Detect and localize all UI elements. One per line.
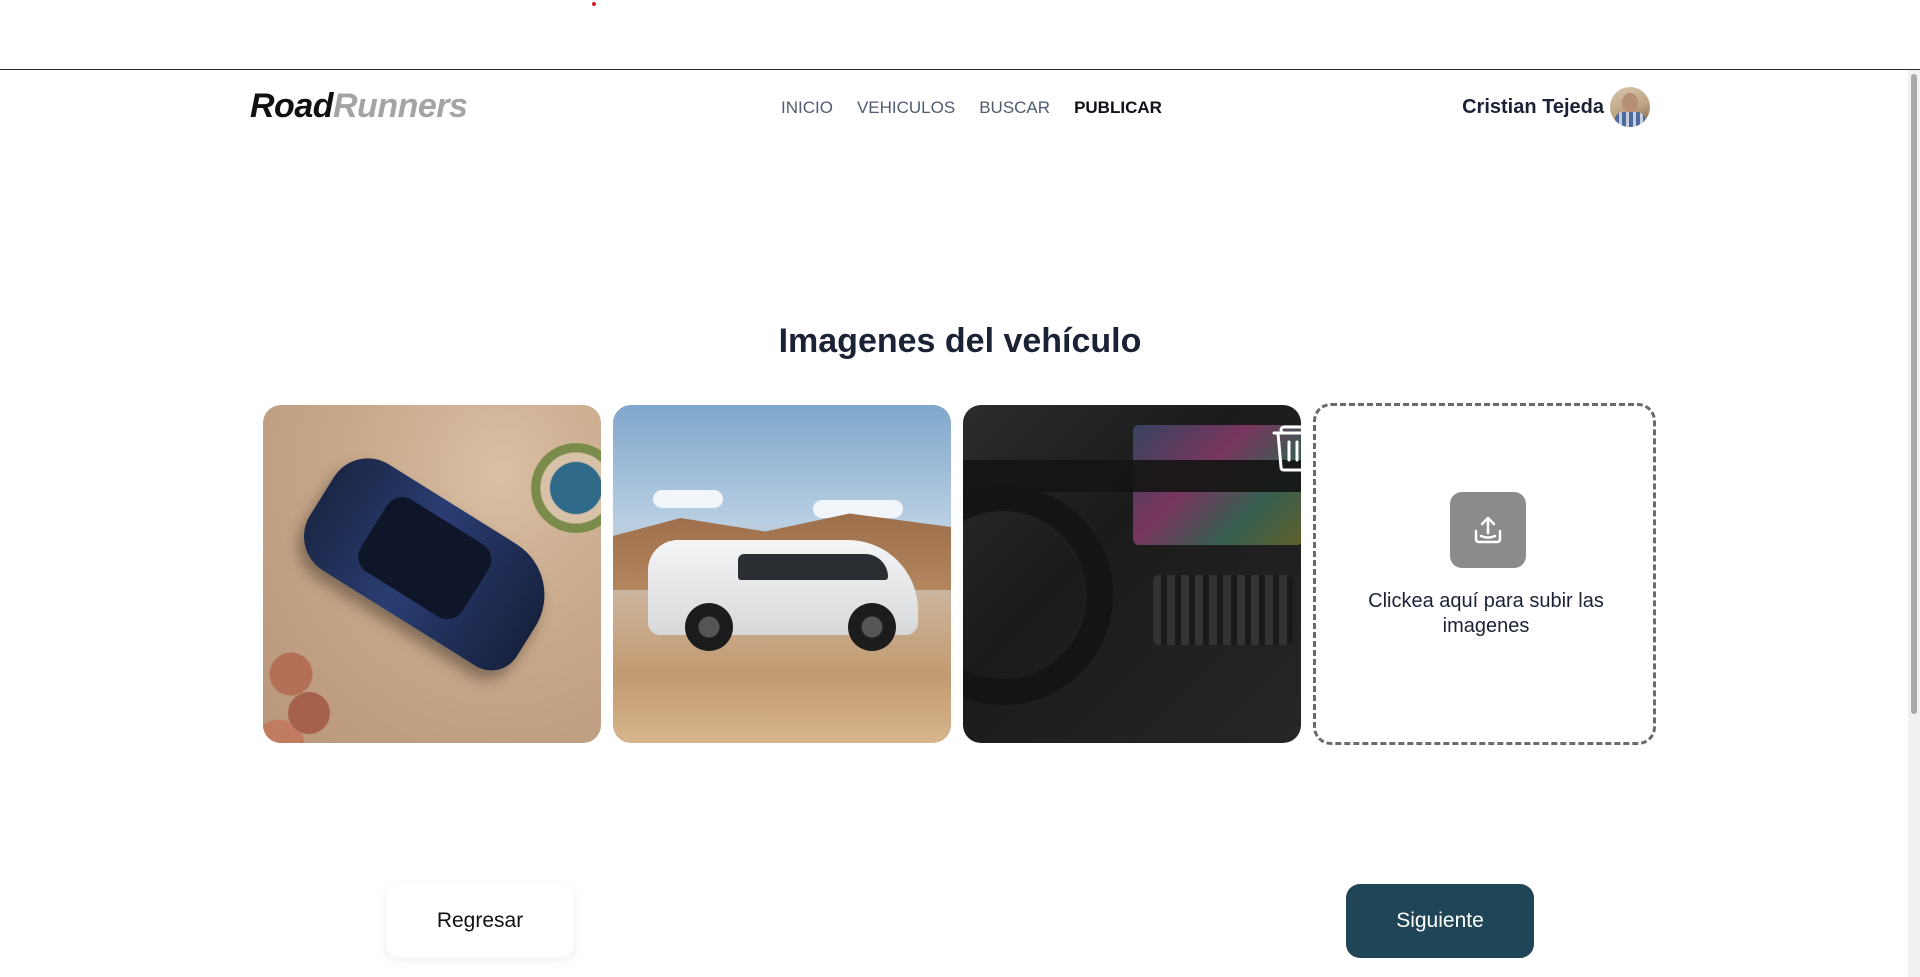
next-button[interactable]: Siguiente [1346,884,1534,958]
upload-dropzone[interactable]: Clickea aquí para subir las imagenes [1313,403,1656,745]
photo-wheel [685,603,733,651]
photo-steering-wheel [963,485,1113,705]
brand-logo[interactable]: RoadRunners [250,87,468,126]
photo-wheel [848,603,896,651]
photo-vents [1153,575,1293,645]
avatar-head [1622,93,1638,112]
navbar: RoadRunners INICIO VEHICULOS BUSCAR PUBL… [0,70,1908,146]
main-menu: INICIO VEHICULOS BUSCAR PUBLICAR [781,98,1162,118]
brand-logo-part1: Road [250,87,334,125]
photo-cloud [653,490,723,508]
nav-item-publicar[interactable]: PUBLICAR [1074,98,1162,118]
nav-item-vehiculos[interactable]: VEHICULOS [857,98,955,118]
nav-item-inicio[interactable]: INICIO [781,98,833,118]
user-name: Cristian Tejeda [1462,95,1604,118]
vehicle-image-3[interactable] [963,405,1301,743]
nav-item-buscar[interactable]: BUSCAR [979,98,1050,118]
vehicle-image-2[interactable] [613,405,951,743]
photo-overlay-band [963,460,1301,492]
scrollbar-thumb[interactable] [1911,74,1917,714]
upload-icon [1450,492,1526,568]
cursor-dot [592,2,596,6]
upload-instructions: Clickea aquí para subir las imagenes [1368,590,1604,637]
avatar-shirt [1615,112,1645,127]
photo-pots [263,635,363,743]
image-gallery: Clickea aquí para subir las imagenes [263,403,1656,781]
page-title: Imagenes del vehículo [778,322,1142,360]
vehicle-image-1[interactable] [263,405,601,743]
brand-logo-part2: Runners [333,87,468,125]
avatar[interactable] [1610,87,1650,127]
photo-fountain [531,443,601,533]
page-scrollbar[interactable] [1908,70,1920,977]
browser-top-strip [0,0,1920,70]
trash-icon[interactable] [1268,422,1318,472]
user-menu[interactable]: Cristian Tejeda [1462,87,1650,127]
back-button[interactable]: Regresar [386,884,574,958]
